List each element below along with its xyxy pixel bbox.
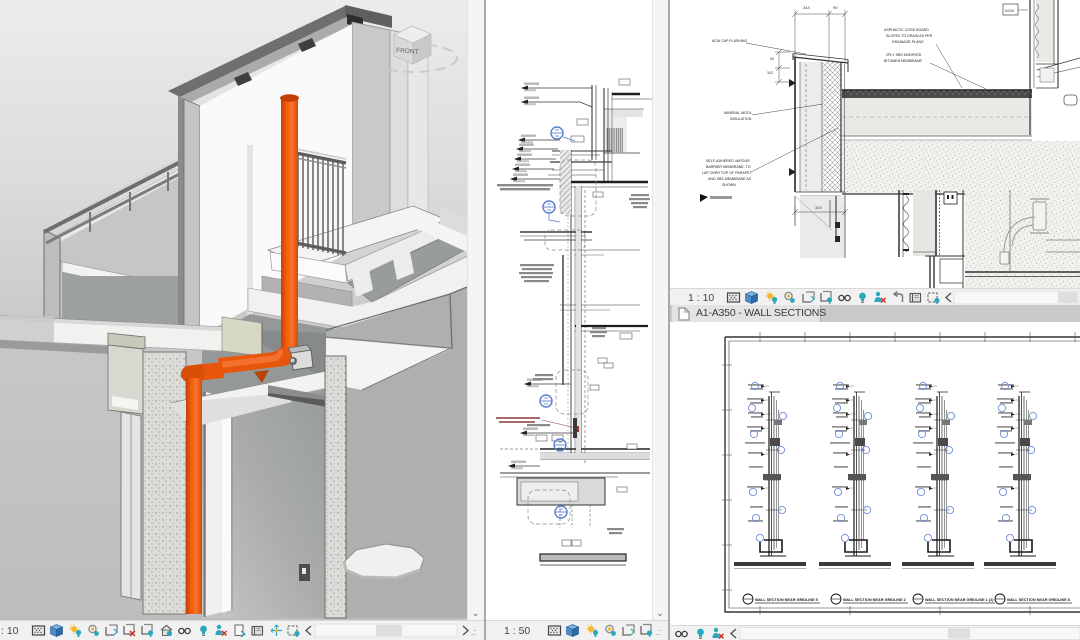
svg-text:324: 324: [815, 205, 822, 210]
svg-text:WALL SECTION NEAR GRIDLINE 1 (: WALL SECTION NEAR GRIDLINE 1 (2): [925, 598, 994, 602]
svg-text:SELF-ADHERED VAPOUR: SELF-ADHERED VAPOUR: [706, 159, 750, 163]
svg-text:DRAINAGE PLANS: DRAINAGE PLANS: [892, 40, 924, 44]
svg-text:2PLY SBS MODIFIED: 2PLY SBS MODIFIED: [886, 53, 922, 57]
svg-text:INSULATION: INSULATION: [730, 117, 752, 121]
svg-text:344: 344: [803, 5, 810, 10]
svg-text:.:: .:: [471, 627, 476, 637]
svg-text:1 : 10: 1 : 10: [688, 292, 714, 304]
svg-text:WALL SECTION NEAR GRIDLINE 5: WALL SECTION NEAR GRIDLINE 5: [755, 598, 818, 602]
svg-text:ACM CAP FLASHING: ACM CAP FLASHING: [712, 39, 747, 43]
svg-text:WALL SECTION NEAR GRIDLINE 2: WALL SECTION NEAR GRIDLINE 2: [843, 598, 906, 602]
svg-text:AND SBS MEMBRANE AS: AND SBS MEMBRANE AS: [708, 177, 752, 181]
svg-text:.:: .:: [656, 627, 661, 637]
svg-text:ASPHALTIC CORE BOARD: ASPHALTIC CORE BOARD: [884, 28, 929, 32]
svg-text:ACM: ACM: [1005, 8, 1014, 13]
svg-text:SHOWN: SHOWN: [722, 183, 736, 187]
svg-text:BITUMEN MEMBRANE: BITUMEN MEMBRANE: [884, 59, 923, 63]
svg-text:WALL SECTION NEAR GRIDLINE 8: WALL SECTION NEAR GRIDLINE 8: [1007, 598, 1070, 602]
svg-text:342: 342: [767, 71, 773, 75]
svg-text:1 : 50: 1 : 50: [504, 625, 530, 637]
svg-text:SLOPES TO DRAIN AS PER: SLOPES TO DRAIN AS PER: [886, 34, 933, 38]
svg-text:MINERAL WOOL: MINERAL WOOL: [724, 111, 752, 115]
svg-text:50: 50: [770, 57, 774, 61]
svg-text:BARRIER MEMBRANE. TO: BARRIER MEMBRANE. TO: [706, 165, 751, 169]
svg-text:: 10: : 10: [1, 625, 19, 637]
svg-text:LAP OVER TOP OF PARAPET: LAP OVER TOP OF PARAPET: [702, 171, 752, 175]
svg-text:99: 99: [833, 5, 838, 10]
